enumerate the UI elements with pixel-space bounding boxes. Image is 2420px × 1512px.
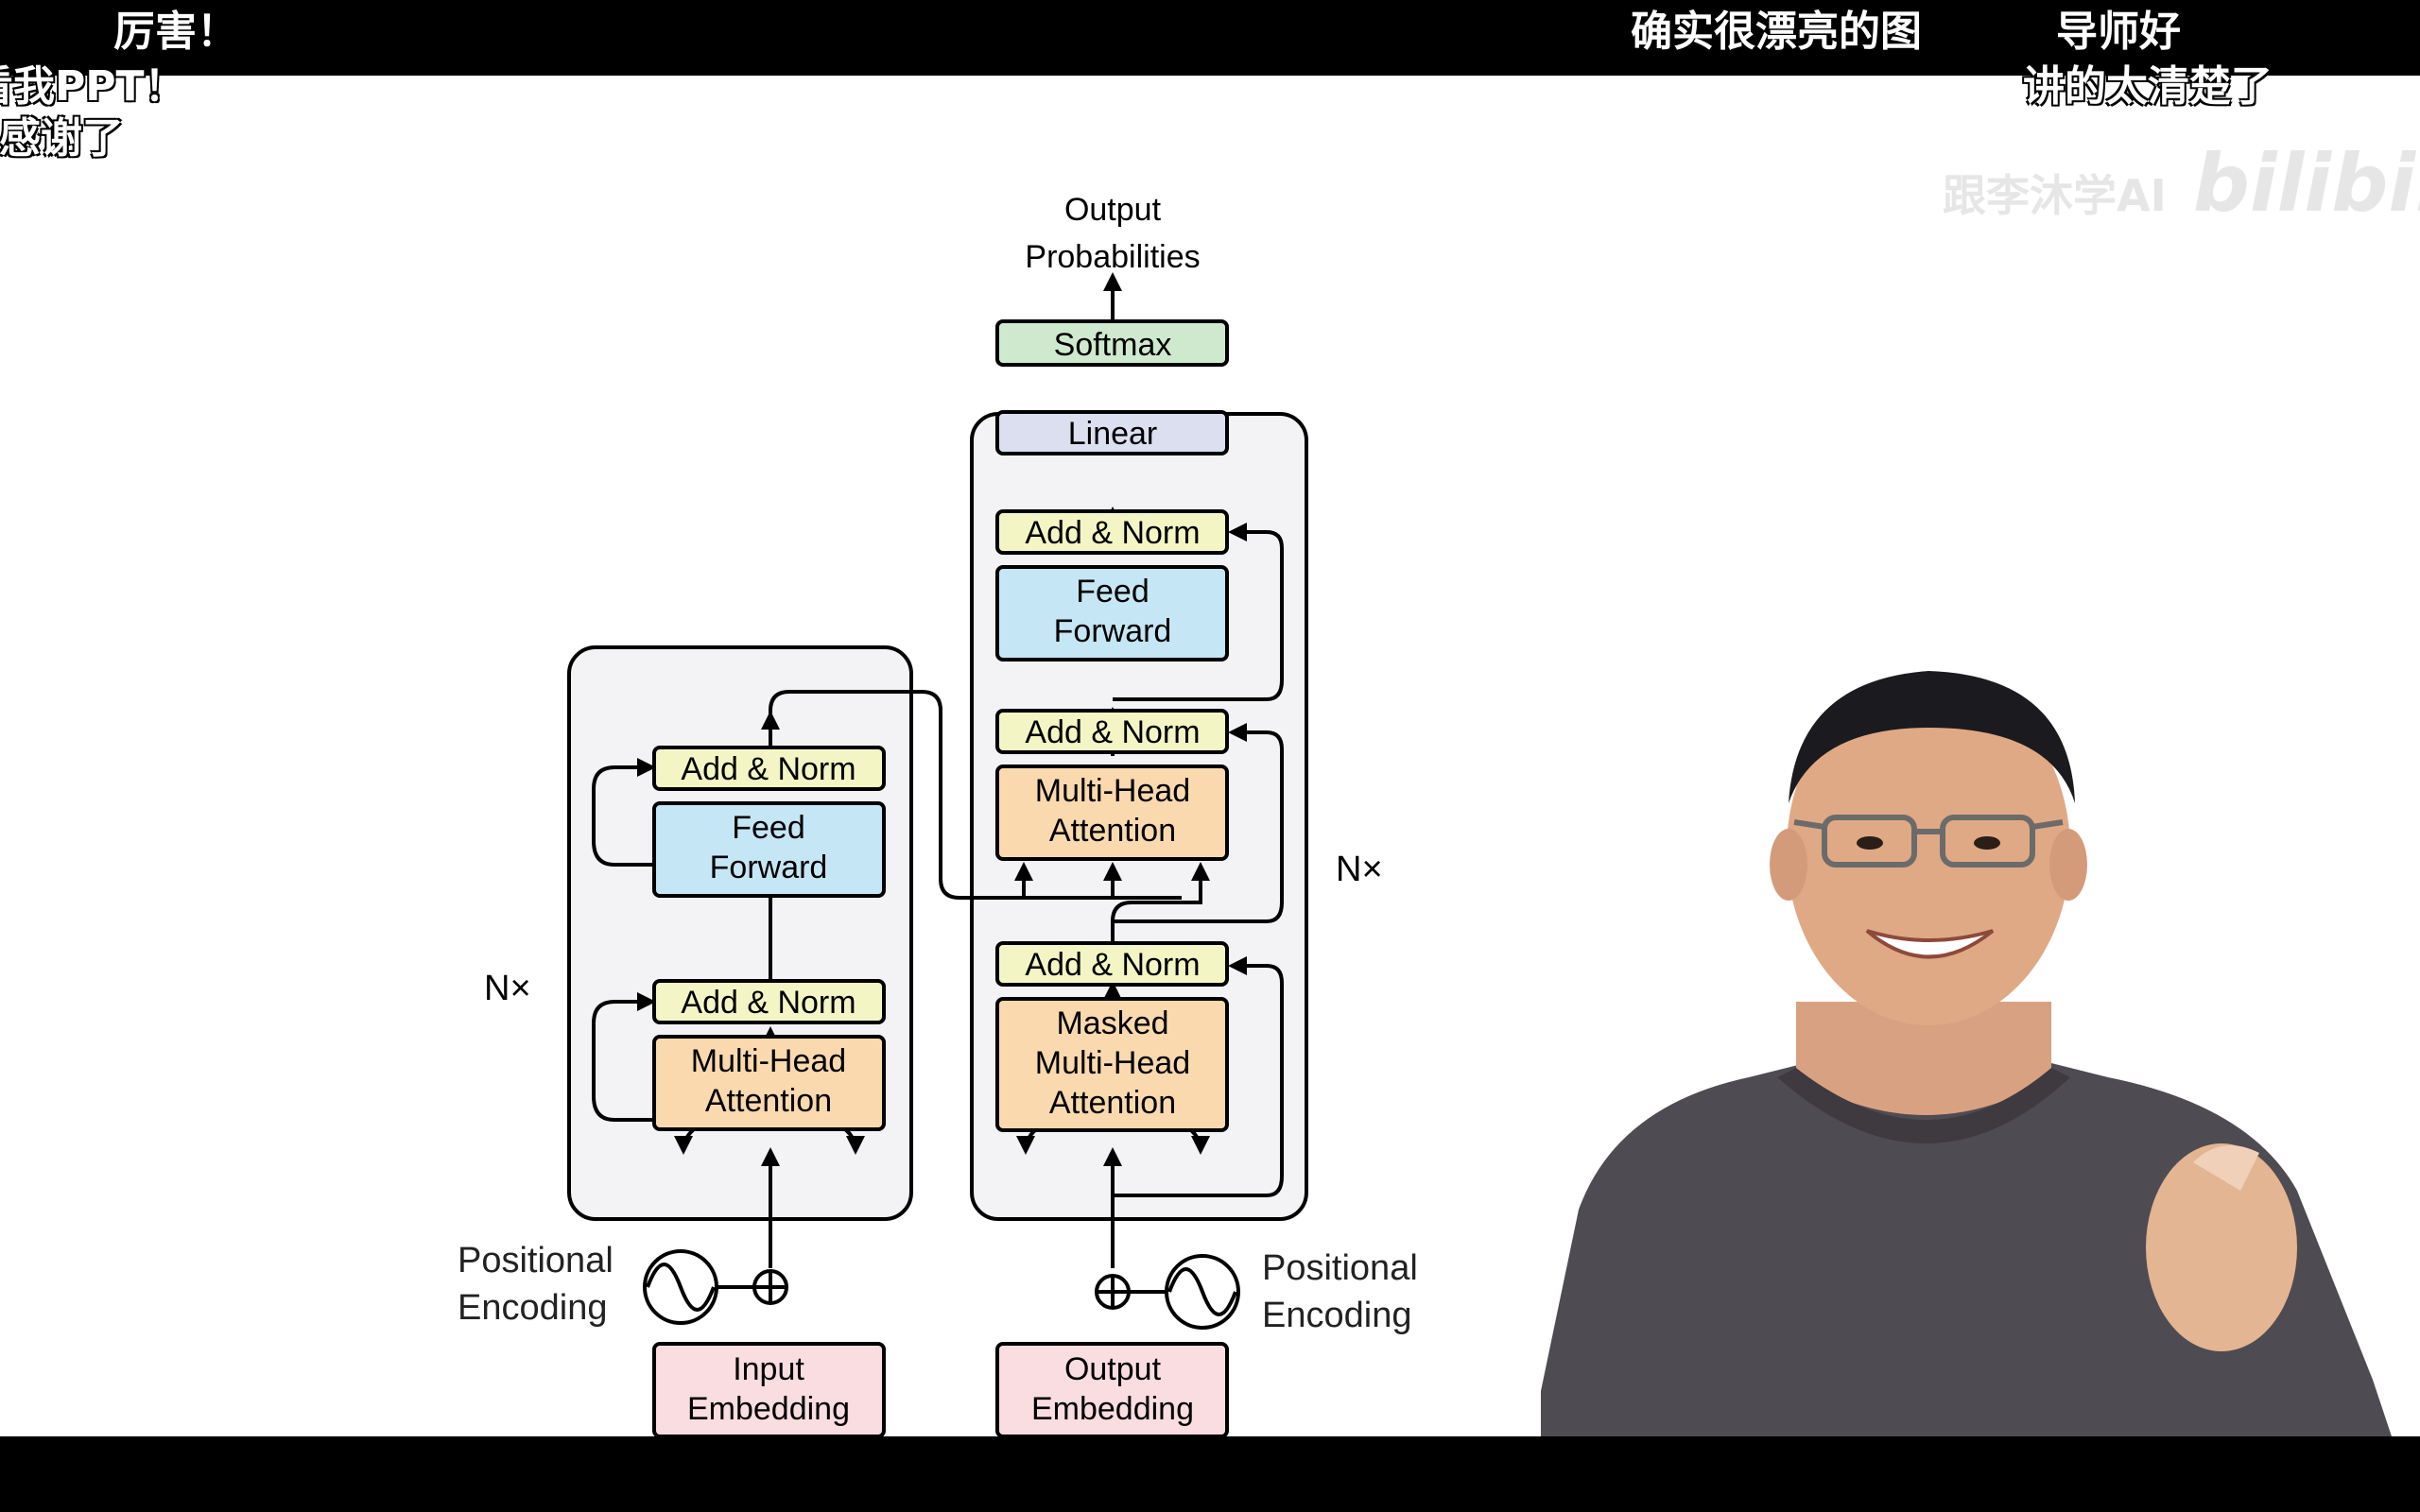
svg-text:Masked: Masked	[1056, 1005, 1168, 1041]
encoder-multi-head-attention: Multi-Head Attention	[652, 1035, 886, 1131]
svg-text:Add & Norm: Add & Norm	[1025, 947, 1200, 983]
svg-text:Forward: Forward	[710, 850, 828, 885]
svg-text:Embedding: Embedding	[1031, 1391, 1194, 1427]
input-embedding-block: Input Embedding	[652, 1342, 886, 1436]
linear-block: Linear	[995, 410, 1229, 455]
presenter-video	[1541, 671, 2392, 1436]
letterbox-bottom	[0, 1436, 2420, 1512]
svg-text:Encoding: Encoding	[1262, 1296, 1411, 1335]
svg-text:Attention: Attention	[1049, 813, 1176, 849]
svg-text:Add & Norm: Add & Norm	[1025, 714, 1200, 750]
decoder-add-norm-2: Add & Norm	[995, 709, 1229, 754]
svg-text:Embedding: Embedding	[687, 1391, 850, 1427]
svg-text:Feed: Feed	[732, 810, 805, 846]
svg-text:Positional: Positional	[458, 1241, 614, 1280]
output-embedding-block: Output Embedding	[995, 1342, 1229, 1436]
svg-text:Forward: Forward	[1054, 613, 1172, 649]
encoder-nx-label: N×	[484, 969, 531, 1008]
decoder-nx-label: N×	[1336, 850, 1383, 889]
svg-text:Linear: Linear	[1068, 416, 1158, 452]
decoder-feed-forward: Feed Forward	[995, 565, 1229, 662]
svg-text:Attention: Attention	[1049, 1085, 1176, 1121]
encoder-add-norm-2: Add & Norm	[652, 746, 886, 791]
output-probabilities-label: Output Probabilities	[1025, 192, 1200, 275]
svg-text:Multi-Head: Multi-Head	[691, 1043, 846, 1079]
danmaku-comment: 讲的太清楚了	[2023, 62, 2273, 111]
svg-text:Multi-Head: Multi-Head	[1035, 773, 1190, 809]
encoder-add-norm-1: Add & Norm	[652, 979, 886, 1024]
danmaku-comment: 确实很漂亮的图	[1631, 8, 1922, 56]
svg-text:Output: Output	[1064, 1351, 1162, 1387]
softmax-block: Softmax	[995, 319, 1229, 367]
svg-text:Add & Norm: Add & Norm	[681, 751, 856, 787]
video-frame[interactable]: Add & Norm Feed Forward Add & Norm Multi…	[0, 76, 2420, 1436]
svg-text:Output: Output	[1064, 192, 1162, 228]
watermark: 跟李沐学AI bilibili	[1943, 137, 2420, 230]
decoder-masked-multi-head-attention: Masked Multi-Head Attention	[995, 997, 1229, 1132]
svg-text:Feed: Feed	[1076, 574, 1150, 610]
svg-text:Probabilities: Probabilities	[1025, 239, 1200, 275]
watermark-text: 跟李沐学AI	[1943, 170, 2167, 221]
decoder-add-norm-3: Add & Norm	[995, 509, 1229, 555]
svg-text:Add & Norm: Add & Norm	[681, 985, 856, 1021]
danmaku-comment: 导师好	[2056, 8, 2181, 56]
encoder-feed-forward: Feed Forward	[652, 801, 886, 898]
danmaku-comment: 看我PPT！	[0, 62, 186, 111]
svg-text:Add & Norm: Add & Norm	[1025, 515, 1200, 551]
encoder-positional-encoding-label: Positional Encoding	[458, 1241, 614, 1328]
decoder-add-norm-1: Add & Norm	[995, 941, 1229, 987]
bilibili-logo: bilibili	[2192, 137, 2420, 230]
decoder-multi-head-attention: Multi-Head Attention	[995, 765, 1229, 861]
decoder-positional-encoding-label: Positional Encoding	[1262, 1248, 1418, 1335]
svg-text:Encoding: Encoding	[458, 1288, 607, 1328]
svg-text:Attention: Attention	[705, 1083, 832, 1119]
svg-text:Softmax: Softmax	[1054, 327, 1172, 363]
svg-text:Input: Input	[733, 1351, 804, 1387]
svg-text:Positional: Positional	[1262, 1248, 1418, 1288]
danmaku-comment: 厉害！	[113, 8, 238, 56]
svg-text:Multi-Head: Multi-Head	[1035, 1045, 1190, 1081]
encoder-stack	[567, 645, 913, 1221]
danmaku-comment: 大感谢了	[0, 114, 124, 163]
